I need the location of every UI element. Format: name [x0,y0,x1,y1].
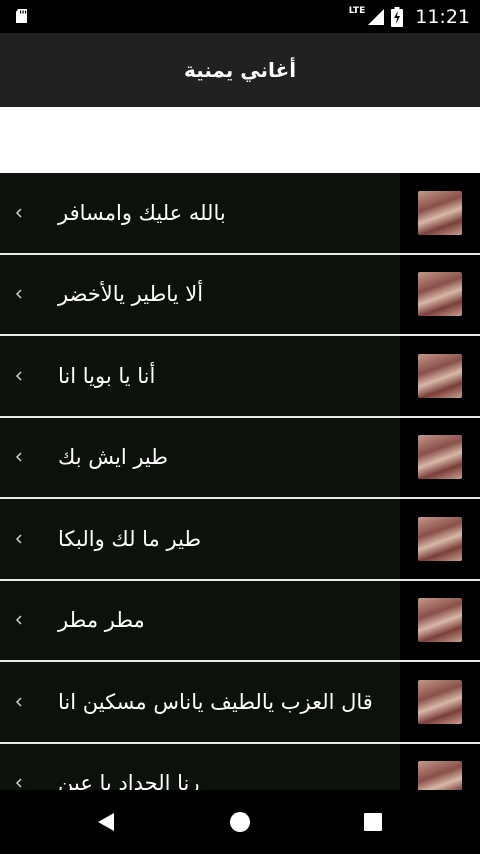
song-thumbnail-icon [418,353,462,398]
song-title: ألا ياطير يالأخضر [58,282,204,307]
list-item[interactable]: مطر مطر [0,580,480,662]
song-list[interactable]: بالله عليك وامسافر ألا ياطير يالأخضر أنا… [0,173,480,790]
ad-banner[interactable] [0,107,480,173]
song-thumbnail-icon [418,272,462,317]
list-item[interactable]: قال العزب يالطيف ياناس مسكين انا [0,662,480,744]
chevron-left-icon [15,534,22,544]
back-icon[interactable] [94,810,118,834]
signal-icon [368,8,385,25]
list-item[interactable]: ألا ياطير يالأخضر [0,254,480,336]
clock: 11:21 [415,5,470,28]
status-bar: LTE 11:21 [0,0,480,33]
list-item[interactable]: طير ايش بك [0,417,480,499]
song-title: أنا يا بويا انا [58,363,156,388]
navigation-bar [0,790,480,854]
chevron-left-icon [15,697,22,707]
chevron-left-icon [15,452,22,462]
song-thumbnail-icon [418,598,462,643]
song-thumbnail-icon [418,679,462,724]
chevron-left-icon [15,615,22,625]
battery-charging-icon [391,6,404,27]
home-icon[interactable] [228,810,252,834]
list-item[interactable]: أنا يا بويا انا [0,336,480,418]
song-title: مطر مطر [58,608,145,633]
song-thumbnail-icon [418,190,462,235]
chevron-left-icon [15,208,22,218]
song-title: بالله عليك وامسافر [58,200,226,225]
network-type: LTE [348,6,366,16]
song-title: رنا الحداد يا عين [58,771,200,790]
song-thumbnail-icon [418,761,462,790]
app-bar: أغاني يمنية [0,33,480,107]
recents-icon[interactable] [361,810,385,834]
song-title: طير ايش بك [58,445,168,470]
chevron-left-icon [15,371,22,381]
chevron-left-icon [15,289,22,299]
list-item[interactable]: طير ما لك والبكا [0,499,480,581]
chevron-left-icon [15,778,22,788]
song-thumbnail-icon [418,516,462,561]
song-thumbnail-icon [418,435,462,480]
song-title: قال العزب يالطيف ياناس مسكين انا [58,689,373,714]
page-title: أغاني يمنية [183,58,297,82]
song-title: طير ما لك والبكا [58,526,202,551]
list-item[interactable]: رنا الحداد يا عين [0,743,480,790]
sd-card-icon [16,9,27,23]
list-item[interactable]: بالله عليك وامسافر [0,173,480,255]
